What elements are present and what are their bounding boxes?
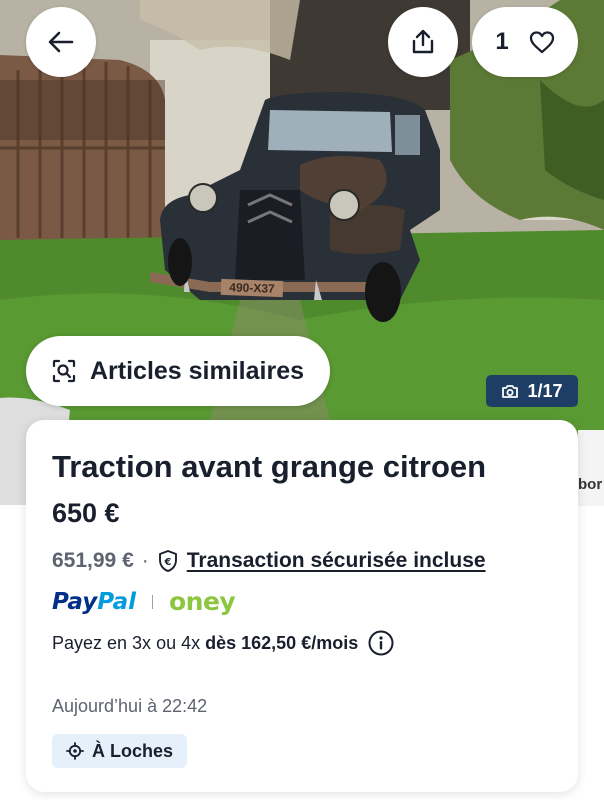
paypal-logo-pal: Pal: [97, 588, 136, 615]
total-price: 651,99 €: [52, 549, 134, 572]
shield-euro-icon: €: [158, 550, 177, 572]
arrow-left-icon: [48, 31, 74, 53]
next-listing-peek[interactable]: bor: [578, 430, 604, 506]
installments-amount: dès 162,50 €/mois: [205, 632, 359, 653]
favorite-button[interactable]: 1: [472, 7, 578, 77]
license-plate: 490-X37: [220, 278, 284, 298]
location-target-icon: [66, 742, 84, 760]
separator-dot: ·: [141, 549, 149, 572]
back-button[interactable]: [26, 7, 96, 77]
publication-date: Aujourd’hui à 22:42: [52, 696, 208, 716]
installments-text: Payez en 3x ou 4x dès 162,50 €/mois: [52, 633, 358, 654]
installments-prefix: Payez en 3x ou 4x: [52, 632, 201, 653]
secure-transaction-link[interactable]: Transaction sécurisée incluse: [187, 549, 486, 573]
svg-text:€: €: [163, 557, 171, 568]
listing-price: 650 €: [52, 498, 120, 528]
photo-counter-text: 1/17: [527, 380, 563, 401]
paypal-logo: PayPal: [52, 589, 136, 615]
similar-articles-button[interactable]: Articles similaires: [26, 336, 330, 406]
paypal-logo-pay: Pay: [52, 588, 98, 615]
listing-title: Traction avant grange citroen: [52, 449, 487, 484]
installments-row: Payez en 3x ou 4x dès 162,50 €/mois: [52, 630, 552, 656]
image-search-icon: [52, 359, 76, 383]
secure-transaction-row: 651,99 € · € Transaction sécurisée inclu…: [52, 549, 552, 573]
photo-counter-badge: 1/17: [486, 375, 578, 407]
location-label: À Loches: [92, 740, 174, 761]
info-icon[interactable]: [368, 630, 394, 656]
heart-icon: [529, 30, 554, 53]
location-badge[interactable]: À Loches: [52, 734, 188, 768]
listing-info-card: Traction avant grange citroen 650 € 651,…: [26, 420, 578, 792]
oney-logo: oney: [169, 587, 236, 616]
next-listing-peek-text: bor: [578, 476, 603, 493]
payment-logos: PayPal oney: [52, 587, 552, 616]
share-button[interactable]: [388, 7, 458, 77]
camera-icon: [502, 384, 519, 398]
favorites-count: 1: [495, 28, 509, 55]
logo-divider: [152, 594, 153, 609]
similar-articles-label: Articles similaires: [90, 356, 305, 385]
share-icon: [412, 29, 434, 54]
